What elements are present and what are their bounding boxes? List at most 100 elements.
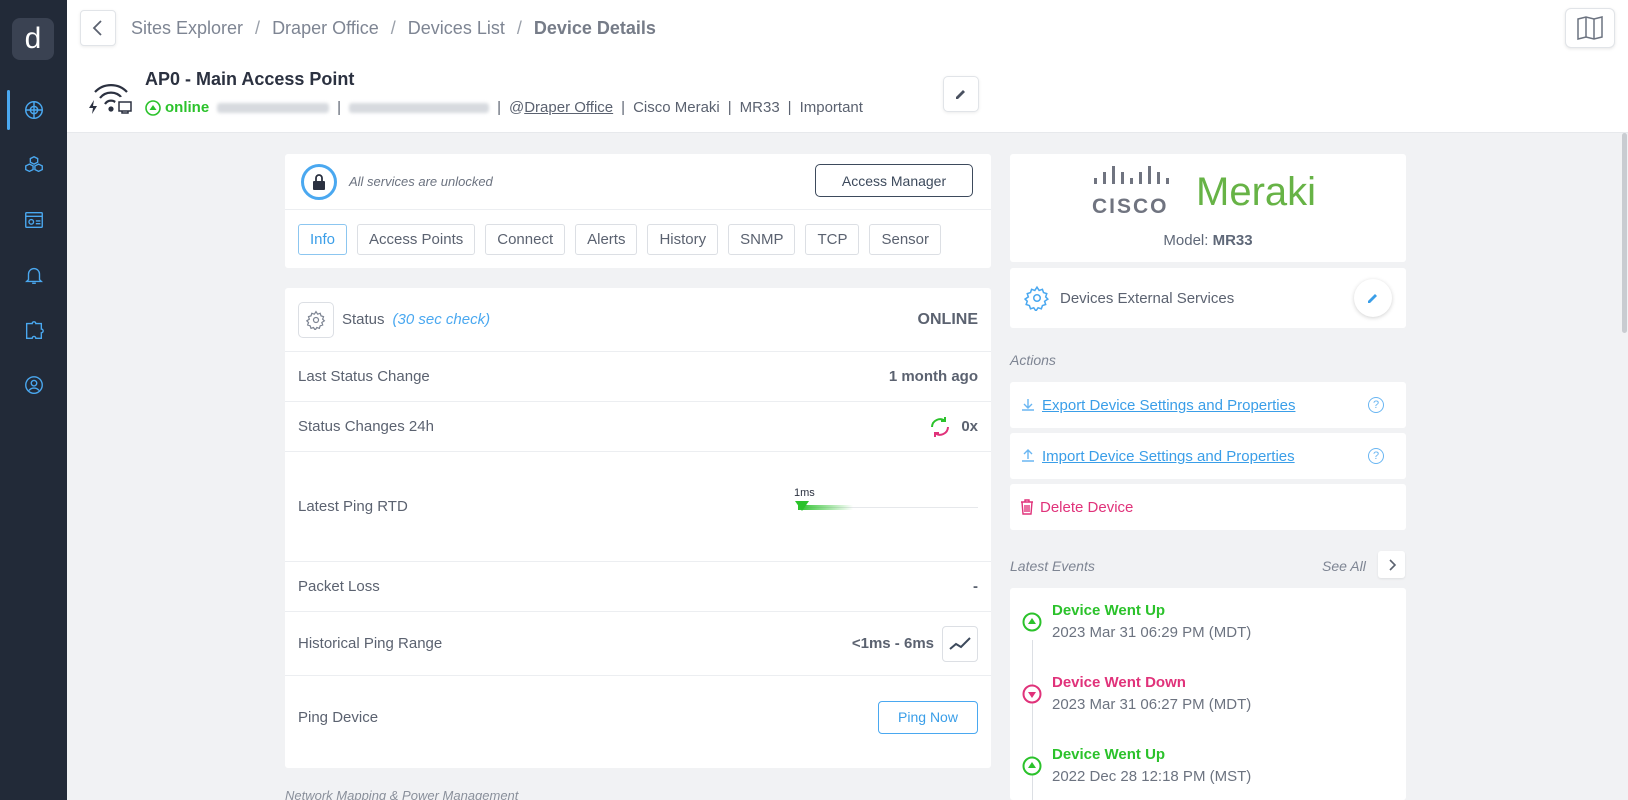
page-header: Sites Explorer / Draper Office / Devices… xyxy=(67,0,1628,133)
status-label: Status xyxy=(342,311,385,328)
ping-range-value-wrap: <1ms - 6ms xyxy=(852,625,978,662)
event-title: Device Went Up xyxy=(1052,602,1166,619)
event-item[interactable]: Device Went Up 2023 Mar 31 06:29 PM (MDT… xyxy=(1022,602,1251,641)
tab-alerts[interactable]: Alerts xyxy=(575,224,638,255)
see-all-link[interactable]: See All xyxy=(1322,558,1366,574)
device-site-link[interactable]: @Draper Office xyxy=(509,99,613,116)
meta-separator: | xyxy=(787,99,792,116)
event-body: Device Went Up 2022 Dec 28 12:18 PM (MST… xyxy=(1052,746,1251,785)
event-title: Device Went Down xyxy=(1052,674,1186,691)
sidebar-item-integrations[interactable] xyxy=(0,310,67,350)
device-model: MR33 xyxy=(739,99,780,116)
ping-gauge-marker-icon xyxy=(795,500,809,511)
sidebar-item-alerts[interactable] xyxy=(0,255,67,295)
device-status-label: online xyxy=(165,99,210,116)
tab-connect[interactable]: Connect xyxy=(485,224,566,255)
sidebar-item-sites[interactable] xyxy=(0,90,67,130)
tab-sensor[interactable]: Sensor xyxy=(869,224,942,255)
packet-loss-value: - xyxy=(973,578,978,595)
lock-status xyxy=(301,164,337,200)
ping-rtd-row: Latest Ping RTD 1ms xyxy=(285,452,991,562)
delete-device-label: Delete Device xyxy=(1040,498,1134,516)
cisco-wordmark: CISCO xyxy=(1092,195,1169,218)
bell-icon xyxy=(24,267,43,284)
meta-separator: | xyxy=(727,99,732,116)
chevron-right-icon xyxy=(1388,558,1396,571)
support-icon xyxy=(24,376,43,394)
delete-action[interactable]: Delete Device xyxy=(1010,484,1406,530)
event-body: Device Went Up 2023 Mar 31 06:29 PM (MDT… xyxy=(1052,602,1251,641)
edit-device-button[interactable] xyxy=(943,76,979,112)
device-status: online xyxy=(145,99,209,116)
up-arrow-circle-icon xyxy=(145,99,161,116)
ping-range-row: Historical Ping Range <1ms - 6ms xyxy=(285,612,991,676)
device-meta: online | | @Draper Office | Cisco Meraki… xyxy=(145,99,863,116)
section-heading-network: Network Mapping & Power Management xyxy=(285,788,519,800)
tab-info[interactable]: Info xyxy=(298,224,348,255)
gear-icon xyxy=(306,310,326,330)
tab-access-points[interactable]: Access Points xyxy=(357,224,476,255)
upload-icon xyxy=(1022,449,1034,462)
meraki-wordmark: Meraki xyxy=(1196,170,1317,214)
tab-snmp[interactable]: SNMP xyxy=(728,224,796,255)
divider xyxy=(285,209,991,210)
gear-icon xyxy=(1024,285,1050,311)
model-label: Model: xyxy=(1163,232,1209,249)
up-arrow-circle-icon xyxy=(1022,756,1042,776)
chevron-left-icon xyxy=(92,20,102,36)
services-card: All services are unlocked Access Manager… xyxy=(285,154,991,268)
export-help-icon[interactable]: ? xyxy=(1368,397,1384,413)
external-services-card: Devices External Services xyxy=(1010,268,1406,328)
import-action: Import Device Settings and Properties ? xyxy=(1010,433,1406,479)
event-item[interactable]: Device Went Down 2023 Mar 31 06:27 PM (M… xyxy=(1022,674,1251,713)
breadcrumb-item[interactable]: Devices List xyxy=(408,18,505,39)
sidebar: d xyxy=(0,0,67,800)
pencil-icon xyxy=(956,90,965,99)
tab-history[interactable]: History xyxy=(647,224,719,255)
status-changes-label: Status Changes 24h xyxy=(298,418,434,435)
status-settings-button[interactable] xyxy=(298,301,334,338)
scrollbar-thumb[interactable] xyxy=(1622,133,1627,333)
ping-now-button[interactable]: Ping Now xyxy=(878,700,978,734)
tab-tcp[interactable]: TCP xyxy=(805,224,860,255)
import-link[interactable]: Import Device Settings and Properties xyxy=(1042,448,1295,465)
trash-icon xyxy=(1021,499,1033,515)
breadcrumb-item[interactable]: Sites Explorer xyxy=(131,18,243,39)
back-button[interactable] xyxy=(80,10,116,46)
device-type-icon xyxy=(81,78,137,122)
status-changes-row: Status Changes 24h 0x xyxy=(285,402,991,452)
app-logo[interactable]: d xyxy=(12,18,54,60)
status-row: Status (30 sec check) ONLINE xyxy=(285,288,991,352)
docs-button[interactable] xyxy=(1565,8,1615,48)
cubes-icon xyxy=(24,155,43,173)
ping-device-row: Ping Device Ping Now xyxy=(285,676,991,758)
see-all-button[interactable] xyxy=(1378,551,1405,578)
last-change-label: Last Status Change xyxy=(298,368,430,385)
cisco-logo: CISCO xyxy=(1092,166,1172,218)
last-change-row: Last Status Change 1 month ago xyxy=(285,352,991,402)
import-help-icon[interactable]: ? xyxy=(1368,448,1384,464)
export-link[interactable]: Export Device Settings and Properties xyxy=(1042,397,1295,414)
export-action: Export Device Settings and Properties ? xyxy=(1010,382,1406,428)
logo-letter: d xyxy=(24,22,42,55)
ping-range-label: Historical Ping Range xyxy=(298,635,443,652)
breadcrumb-current: Device Details xyxy=(533,18,656,38)
status-changes-value: 0x xyxy=(961,418,978,435)
site-prefix: @ xyxy=(508,99,525,116)
event-title: Device Went Up xyxy=(1052,746,1166,763)
event-item[interactable]: Device Went Up 2022 Dec 28 12:18 PM (MST… xyxy=(1022,746,1251,785)
edit-external-services-button[interactable] xyxy=(1354,279,1392,317)
access-manager-button[interactable]: Access Manager xyxy=(815,164,973,197)
lock-icon xyxy=(313,174,325,190)
cycle-icon xyxy=(931,416,950,437)
event-time: 2023 Mar 31 06:27 PM (MDT) xyxy=(1052,696,1252,713)
sidebar-item-support[interactable] xyxy=(0,365,67,405)
meta-separator: | xyxy=(621,99,626,116)
breadcrumb-item[interactable]: Draper Office xyxy=(272,18,379,39)
book-icon xyxy=(1577,16,1603,40)
status-value: ONLINE xyxy=(917,310,978,328)
ping-history-chart-button[interactable] xyxy=(942,625,978,662)
sidebar-item-dashboard[interactable] xyxy=(0,200,67,240)
sidebar-item-devices[interactable] xyxy=(0,145,67,185)
breadcrumb-separator: / xyxy=(390,18,396,38)
